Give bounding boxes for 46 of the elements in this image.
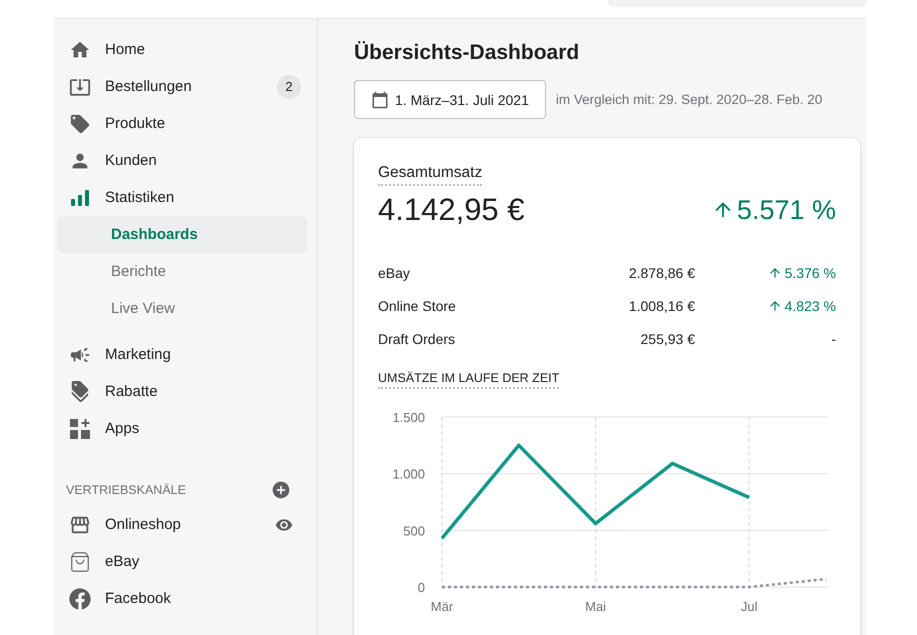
channel-amount: 255,93 € <box>640 330 695 346</box>
channel-name: eBay <box>378 264 410 280</box>
axis-label: Mär <box>430 599 454 614</box>
channel-amount: 1.008,16 € <box>628 298 695 314</box>
change-percent: 5.376 % <box>784 264 836 280</box>
tag-icon <box>69 112 91 134</box>
nav-item[interactable]: Facebook <box>57 580 307 617</box>
change-percent: - <box>831 330 836 346</box>
nav-item[interactable]: Produkte <box>57 105 307 142</box>
chart-title: UMSÄTZE IM LAUFE DER ZEIT <box>378 371 560 389</box>
nav-subitem[interactable]: Berichte <box>57 253 307 290</box>
axis-label: 0 <box>418 580 425 595</box>
bar-chart-icon <box>71 190 89 206</box>
channel-name: Online Store <box>378 298 456 314</box>
nav-item[interactable]: Onlineshop <box>57 506 307 543</box>
axis-label: 500 <box>403 523 425 538</box>
nav-item[interactable]: Kunden <box>57 142 307 179</box>
axis-label: Mai <box>585 599 606 614</box>
nav-item[interactable]: Rabatte <box>57 373 307 410</box>
calendar-icon <box>371 90 389 108</box>
nav-subitem[interactable]: Live View <box>57 290 307 327</box>
apps-grid-icon <box>70 418 90 438</box>
nav-item[interactable]: Bestellungen 2 <box>57 68 307 105</box>
card-title: Gesamtumsatz <box>378 164 482 186</box>
axis-label: 1.500 <box>392 410 425 425</box>
nav-item[interactable]: Home <box>57 31 307 68</box>
comparison-text: im Vergleich mit: 29. Sept. 2020–28. Feb. 20 <box>556 92 822 107</box>
shopping-bag-icon <box>69 550 91 572</box>
channel-amount: 2.878,86 € <box>628 264 695 280</box>
page-title: Übersichts-Dashboard <box>354 41 580 65</box>
axis-label: Jul <box>740 599 758 614</box>
facebook-icon <box>69 588 91 610</box>
change-percent: 4.823 % <box>784 298 836 314</box>
axis-label: 1.000 <box>392 466 425 482</box>
change-percent: 5.571 % <box>736 194 836 226</box>
nav-item[interactable]: Statistiken <box>57 179 307 216</box>
channel-name: Draft Orders <box>378 330 456 346</box>
nav-item[interactable]: Apps <box>57 410 307 447</box>
section-heading: VERTRIEBSKANÄLE <box>66 483 186 497</box>
nav-item[interactable]: Marketing <box>57 336 307 373</box>
add-icon[interactable] <box>271 480 291 500</box>
total-amount: 4.142,95 € <box>378 192 525 228</box>
date-range-button[interactable]: 1. März–31. Juli 2021 <box>354 80 546 119</box>
nav-subitem[interactable]: Dashboards <box>57 216 307 253</box>
nav-item[interactable]: eBay <box>57 543 307 580</box>
count-badge: 2 <box>277 74 301 98</box>
